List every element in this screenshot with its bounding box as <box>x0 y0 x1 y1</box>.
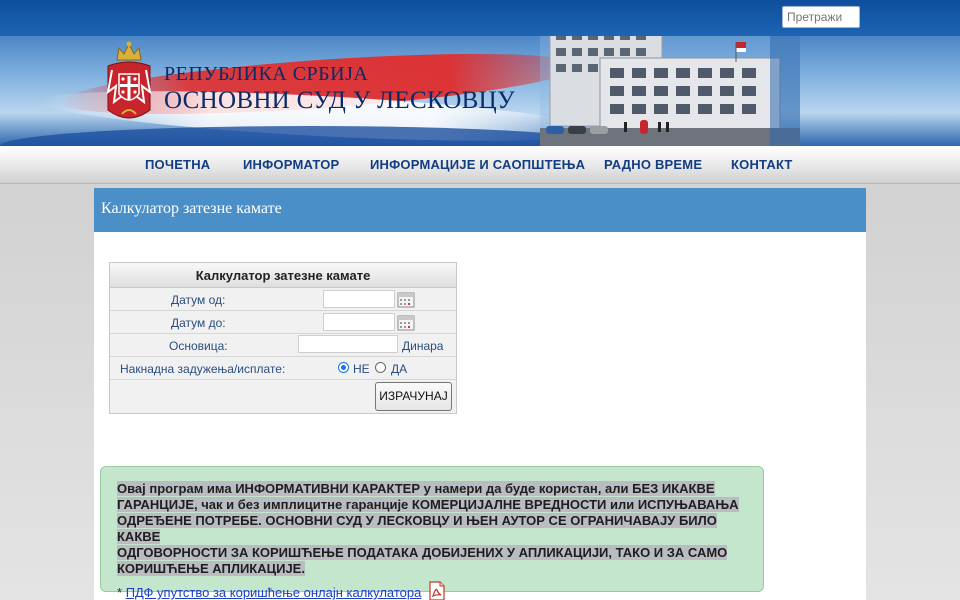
calculate-button[interactable]: ИЗРАЧУНАЈ <box>375 382 452 411</box>
date-to-input[interactable] <box>323 313 395 331</box>
court-building-image <box>540 36 800 146</box>
manual-link-row: * ПДФ упутство за коришћење онлајн калку… <box>117 581 747 600</box>
page-title: Калкулатор затезне камате <box>94 188 866 232</box>
option-no-radio[interactable] <box>338 362 349 373</box>
top-strip <box>0 0 960 36</box>
disclaimer-line: ОДГОВОРНОСТИ ЗА КОРИШЋЕЊЕ ПОДАТАКА ДОБИЈ… <box>117 545 728 560</box>
extra-payments-row: Накнадна задужења/исплате: НЕ ДА <box>110 357 456 380</box>
calendar-icon[interactable] <box>397 313 415 331</box>
interest-calculator: Калкулатор затезне камате Датум од: Дату… <box>109 262 457 414</box>
date-from-label: Датум од: <box>171 293 226 307</box>
principal-label: Основица: <box>169 339 228 353</box>
option-no-label: НЕ <box>353 362 370 376</box>
search-input[interactable] <box>782 6 860 28</box>
date-from-row: Датум од: <box>110 288 456 311</box>
disclaimer-box: Овај програм има ИНФОРМАТИВНИ КАРАКТЕР у… <box>100 466 764 600</box>
option-yes-radio[interactable] <box>375 362 386 373</box>
site-banner: РЕПУБЛИКА СРБИЈА ОСНОВНИ СУД У ЛЕСКОВЦУ <box>0 36 960 146</box>
disclaimer-line: КОРИШЋЕЊЕ АПЛИКАЦИЈЕ. <box>117 561 305 576</box>
link-asterisk: * <box>117 585 123 600</box>
title-line-2: ОСНОВНИ СУД У ЛЕСКОВЦУ <box>164 87 515 114</box>
principal-row: Основица: Динара <box>110 334 456 357</box>
currency-label: Динара <box>402 339 444 353</box>
nav-contact[interactable]: КОНТАКТ <box>731 157 793 172</box>
date-to-row: Датум до: <box>110 311 456 334</box>
disclaimer-line: ОДРЕЂЕНЕ ПОТРЕБЕ. ОСНОВНИ СУД У ЛЕСКОВЦУ… <box>117 513 717 544</box>
pdf-manual-link[interactable]: ПДФ упутство за коришћење онлајн калкула… <box>126 585 422 600</box>
calendar-icon[interactable] <box>397 290 415 308</box>
court-title: РЕПУБЛИКА СРБИЈА ОСНОВНИ СУД У ЛЕСКОВЦУ <box>164 64 515 113</box>
main-nav: ПОЧЕТНА ИНФОРМАТОР ИНФОРМАЦИЈЕ И САОПШТЕ… <box>0 146 960 184</box>
nav-home[interactable]: ПОЧЕТНА <box>145 157 210 172</box>
disclaimer-text: Овај програм има ИНФОРМАТИВНИ КАРАКТЕР у… <box>117 481 747 577</box>
nav-news[interactable]: ИНФОРМАЦИЈЕ И САОПШТЕЊА <box>370 157 585 172</box>
date-from-input[interactable] <box>323 290 395 308</box>
nav-informator[interactable]: ИНФОРМАТОР <box>243 157 339 172</box>
title-line-1: РЕПУБЛИКА СРБИЈА <box>164 63 369 85</box>
calculator-title: Калкулатор затезне камате <box>110 263 456 288</box>
option-yes-label: ДА <box>391 362 408 376</box>
pdf-icon[interactable] <box>428 581 446 600</box>
principal-input[interactable] <box>298 335 398 353</box>
nav-working-hours[interactable]: РАДНО ВРЕМЕ <box>604 157 702 172</box>
date-to-label: Датум до: <box>171 316 226 330</box>
main-content: Калкулатор затезне камате Калкулатор зат… <box>94 188 866 600</box>
disclaimer-line: ГАРАНЦИЈЕ, чак и без имплицитне гаранциј… <box>117 497 739 512</box>
disclaimer-line: Овај програм има ИНФОРМАТИВНИ КАРАКТЕР у… <box>117 481 715 496</box>
extra-payments-label: Накнадна задужења/исплате: <box>120 362 286 376</box>
coat-of-arms-icon <box>106 41 152 119</box>
